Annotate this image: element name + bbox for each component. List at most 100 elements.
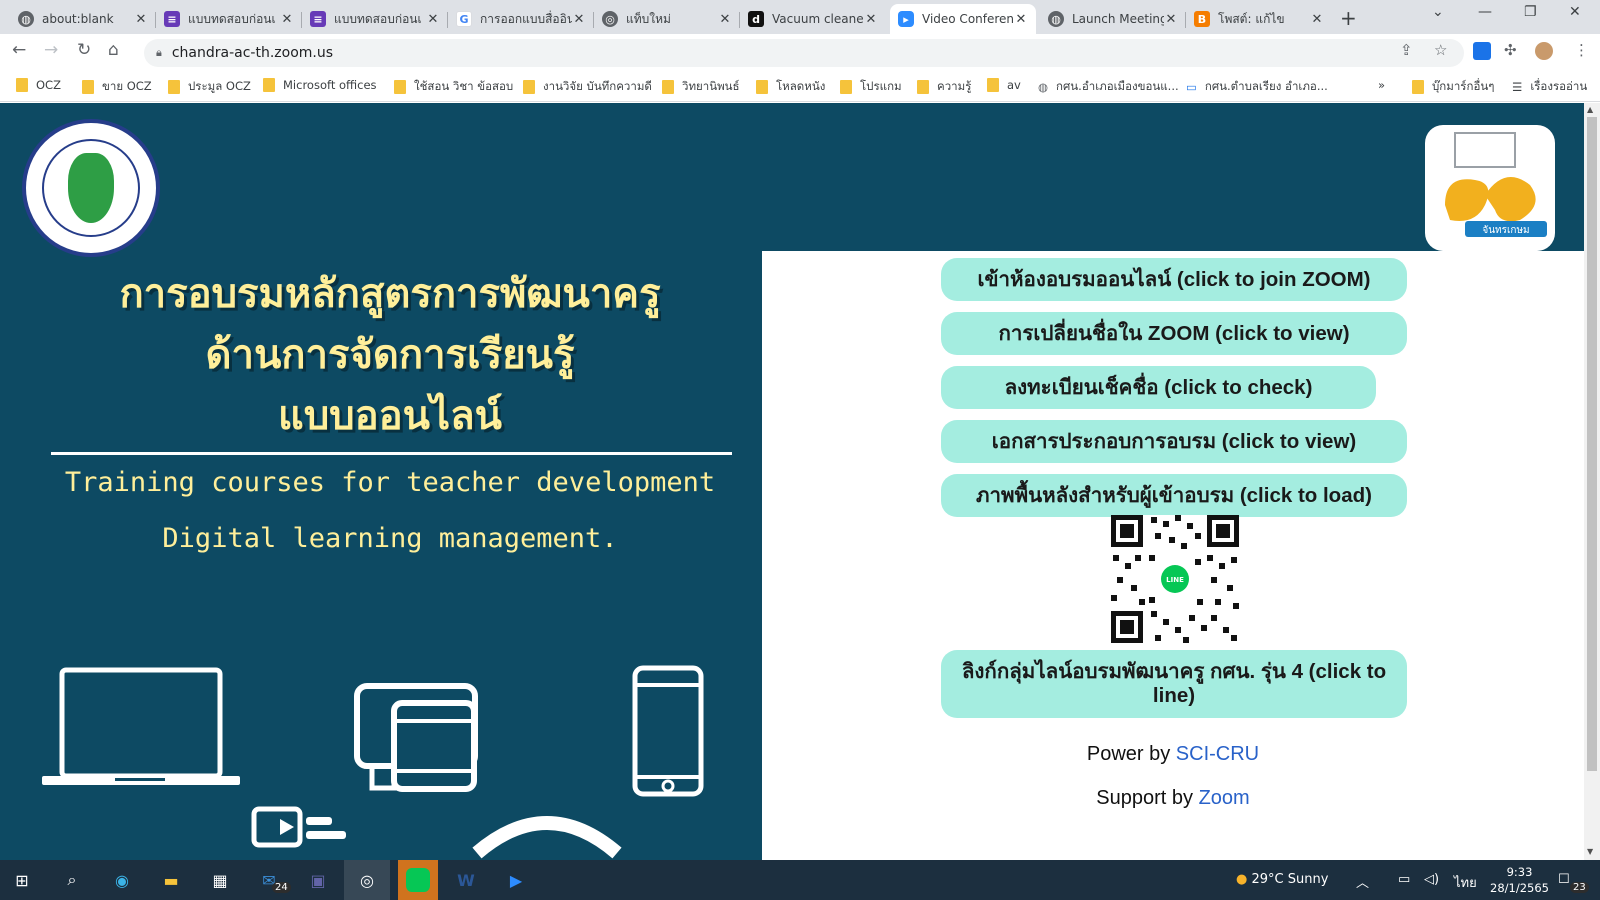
network-icon[interactable]: ▭: [1398, 872, 1410, 887]
folder-icon: [1412, 80, 1424, 94]
close-icon[interactable]: ✕: [134, 12, 148, 27]
store-icon[interactable]: ▦: [206, 866, 234, 894]
close-icon[interactable]: ✕: [572, 12, 586, 27]
search-icon[interactable]: ⌕: [58, 866, 86, 894]
line-group-button[interactable]: ลิงก์กลุ่มไลน์อบรมพัฒนาครู กศน. รุ่น 4 (…: [941, 650, 1407, 718]
bookmark-folder[interactable]: โหลดหนัง: [756, 78, 825, 96]
browser-tab[interactable]: G การออกแบบสื่ออินโ ✕: [448, 4, 594, 34]
bookmark-folder[interactable]: ขาย OCZ: [82, 78, 152, 96]
bookmarks-bar: OCZ ขาย OCZ ประมูล OCZ Microsoft offices…: [0, 70, 1600, 102]
bookmark-folder[interactable]: av: [987, 78, 1021, 92]
notification-center-icon[interactable]: ☐: [1558, 872, 1570, 887]
close-icon[interactable]: ✕: [1014, 12, 1028, 27]
clock[interactable]: 9:33 28/1/2565: [1490, 864, 1549, 896]
mail-badge: 24: [272, 882, 291, 893]
reading-list-icon: ☰: [1512, 80, 1523, 94]
browser-tab[interactable]: ◍ Launch Meeting ✕: [1040, 4, 1186, 34]
tab-title: แบบทดสอบก่อนเ: [188, 11, 276, 26]
rename-in-zoom-button[interactable]: การเปลี่ยนชื่อใน ZOOM (click to view): [941, 312, 1407, 355]
bookmarks-more-button[interactable]: »: [1378, 78, 1385, 92]
word-icon[interactable]: W: [452, 866, 480, 894]
bookmark-link[interactable]: ▭ กศน.ตำบลเรียง อำเภอ...: [1186, 78, 1328, 96]
sun-icon: ●: [1236, 872, 1248, 887]
close-icon[interactable]: ✕: [280, 12, 294, 27]
bookmark-folder[interactable]: โปรแกม: [840, 78, 902, 96]
bookmark-folder[interactable]: งานวิจัย บันทึกความดี: [523, 78, 652, 96]
edge-icon[interactable]: ◉: [108, 866, 136, 894]
join-zoom-button[interactable]: เข้าห้องอบรมออนไลน์ (click to join ZOOM): [941, 258, 1407, 301]
show-hidden-icons[interactable]: ︿: [1356, 872, 1369, 891]
reload-icon[interactable]: ↻: [77, 40, 91, 60]
language-indicator[interactable]: ไทย: [1454, 872, 1477, 893]
tab-search-icon[interactable]: ⌄: [1432, 4, 1444, 20]
new-tab-button[interactable]: +: [1340, 6, 1357, 30]
weather-widget[interactable]: ● 29°C Sunny: [1236, 872, 1328, 887]
scroll-down-icon[interactable]: ▼: [1587, 847, 1593, 856]
address-bar[interactable]: 🔒︎ chandra-ac-th.zoom.us: [144, 39, 1464, 67]
tab-title: about:blank: [42, 12, 114, 26]
backgrounds-button[interactable]: ภาพพื้นหลังสำหรับผู้เข้าอบรม (click to l…: [941, 474, 1407, 517]
sci-cru-link[interactable]: SCI-CRU: [1176, 743, 1259, 765]
bookmark-folder[interactable]: ความรู้: [917, 78, 971, 96]
clock-date: 28/1/2565: [1490, 881, 1549, 895]
chrome-taskbar-icon[interactable]: ◎: [344, 860, 390, 900]
bookmark-folder[interactable]: Microsoft offices: [263, 78, 377, 92]
file-explorer-icon[interactable]: ▬: [157, 866, 185, 894]
check-in-button[interactable]: ลงทะเบียนเช็คชื่อ (click to check): [941, 366, 1376, 409]
zoom-app-icon[interactable]: ▶: [502, 866, 530, 894]
page-icon: ▭: [1186, 80, 1197, 94]
browser-tab[interactable]: B โพสต์: แก้ไข ✕: [1186, 4, 1332, 34]
scroll-up-icon[interactable]: ▲: [1587, 105, 1593, 114]
browser-tab[interactable]: d Vacuum cleaner ✕: [740, 4, 886, 34]
browser-tab[interactable]: ◍ about:blank ✕: [10, 4, 156, 34]
close-icon[interactable]: ✕: [718, 12, 732, 27]
menu-icon[interactable]: ⋮: [1574, 41, 1589, 59]
laptop-icon: [42, 667, 240, 785]
minimize-button[interactable]: —: [1478, 4, 1492, 20]
url-text[interactable]: chandra-ac-th.zoom.us: [172, 45, 333, 61]
back-icon[interactable]: ←: [12, 40, 26, 60]
volume-icon[interactable]: ◁): [1424, 872, 1439, 887]
close-icon[interactable]: ✕: [864, 12, 878, 27]
share-icon[interactable]: ⇪: [1400, 41, 1413, 59]
scrollbar-thumb[interactable]: [1587, 117, 1597, 771]
close-icon[interactable]: ✕: [1164, 12, 1178, 27]
documents-button[interactable]: เอกสารประกอบการอบรม (click to view): [941, 420, 1407, 463]
page-scrollbar[interactable]: ▲ ▼: [1584, 103, 1600, 860]
windows-taskbar: ⊞ ⌕ ◉ ▬ ▦ ✉ 24 ▣ ◎ W ▶ ● 29°C Sunny ︿ ▭ …: [0, 860, 1600, 900]
browser-tab-active[interactable]: ▸ Video Conferen ✕: [890, 4, 1036, 34]
zoom-link[interactable]: Zoom: [1199, 787, 1250, 809]
bookmark-label: กศน.ตำบลเรียง อำเภอ...: [1204, 79, 1328, 93]
close-icon[interactable]: ✕: [1310, 12, 1324, 27]
line-qr-code[interactable]: LINE: [1111, 515, 1239, 643]
line-app-icon[interactable]: [398, 860, 438, 900]
links-panel: เข้าห้องอบรมออนไลน์ (click to join ZOOM)…: [762, 251, 1584, 860]
browser-tab[interactable]: ◎ แท็บใหม่ ✕: [594, 4, 740, 34]
bookmark-label: เรื่องรออ่าน: [1530, 79, 1588, 93]
forward-icon[interactable]: →: [44, 40, 58, 60]
desktop-tablet-icon: [354, 683, 478, 792]
tab-title: Video Conferen: [922, 12, 1014, 26]
close-icon[interactable]: ✕: [426, 12, 440, 27]
bookmark-star-icon[interactable]: ☆: [1434, 41, 1447, 59]
lock-icon[interactable]: 🔒︎: [156, 46, 162, 60]
bookmark-folder[interactable]: ใช้สอน วิชา ข้อสอบ: [394, 78, 513, 96]
bookmark-folder[interactable]: OCZ: [16, 78, 61, 92]
close-window-button[interactable]: ✕: [1569, 4, 1581, 20]
browser-tab[interactable]: ≡ แบบทดสอบก่อนเ ✕: [302, 4, 448, 34]
reading-list[interactable]: ☰ เรื่องรออ่าน: [1512, 78, 1587, 96]
tab-title: Vacuum cleaner: [772, 12, 864, 26]
restore-button[interactable]: ❐: [1524, 4, 1537, 20]
home-icon[interactable]: ⌂: [108, 40, 119, 60]
profile-avatar[interactable]: [1535, 42, 1553, 60]
other-bookmarks[interactable]: บุ๊กมาร์กอื่นๆ: [1412, 78, 1494, 96]
translate-extension-icon[interactable]: [1473, 42, 1491, 60]
teams-icon[interactable]: ▣: [304, 866, 332, 894]
globe-icon: ◍: [18, 11, 34, 27]
bookmark-link[interactable]: ◍ กศน.อำเภอเมืองขอนแ...: [1038, 78, 1179, 96]
bookmark-folder[interactable]: ประมูล OCZ: [168, 78, 251, 96]
windows-start-icon[interactable]: ⊞: [8, 866, 36, 894]
browser-tab[interactable]: ≡ แบบทดสอบก่อนเ ✕: [156, 4, 302, 34]
bookmark-folder[interactable]: วิทยานิพนธ์: [662, 78, 740, 96]
extensions-icon[interactable]: ✣: [1504, 41, 1517, 59]
